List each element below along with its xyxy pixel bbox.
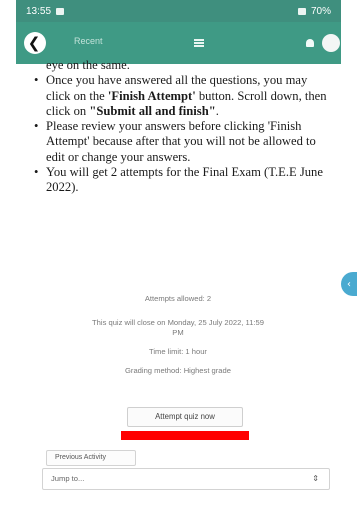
close-date-line2: PM bbox=[172, 328, 184, 337]
attempt-quiz-button[interactable]: Attempt quiz now bbox=[127, 407, 243, 427]
instruction-item: Once you have answered all the questions… bbox=[34, 73, 334, 119]
menu-grid-icon[interactable] bbox=[194, 39, 204, 48]
status-bar: 13:55 70% bbox=[16, 0, 341, 22]
signal-icon bbox=[297, 7, 306, 15]
back-button[interactable]: ❮ bbox=[24, 32, 46, 54]
screen: 13:55 70% ❮ Recent eye on the same. Once… bbox=[0, 0, 357, 516]
attempts-allowed: Attempts allowed: 2 bbox=[144, 294, 212, 303]
course-title: Recent bbox=[74, 36, 103, 46]
time-limit: Time limit: 1 hour bbox=[149, 347, 207, 356]
notification-bell-icon[interactable] bbox=[306, 39, 314, 47]
instructions-list: eye on the same. Once you have answered … bbox=[34, 58, 334, 196]
select-chevron-icon: ⇕ bbox=[312, 474, 319, 483]
chevron-left-icon: ‹ bbox=[347, 278, 351, 290]
jump-to-select[interactable]: Jump to... ⇕ bbox=[42, 468, 330, 490]
instruction-item: Please review your answers before clicki… bbox=[34, 119, 334, 165]
notification-icon bbox=[56, 7, 65, 15]
instruction-continued: eye on the same. bbox=[46, 58, 130, 72]
status-time: 13:55 bbox=[26, 5, 52, 17]
grading-method: Grading method: Highest grade bbox=[125, 366, 231, 375]
instruction-item: You will get 2 attempts for the Final Ex… bbox=[34, 165, 334, 196]
highlight-mark bbox=[121, 431, 249, 440]
battery-percent: 70% bbox=[310, 5, 331, 17]
user-avatar[interactable] bbox=[322, 34, 340, 52]
drawer-toggle-button[interactable]: ‹ bbox=[341, 272, 357, 296]
previous-activity-button[interactable]: Previous Activity bbox=[46, 450, 136, 466]
close-date-line1: This quiz will close on Monday, 25 July … bbox=[92, 318, 264, 327]
back-arrow-icon: ❮ bbox=[27, 33, 41, 52]
jump-to-label: Jump to... bbox=[51, 474, 85, 483]
